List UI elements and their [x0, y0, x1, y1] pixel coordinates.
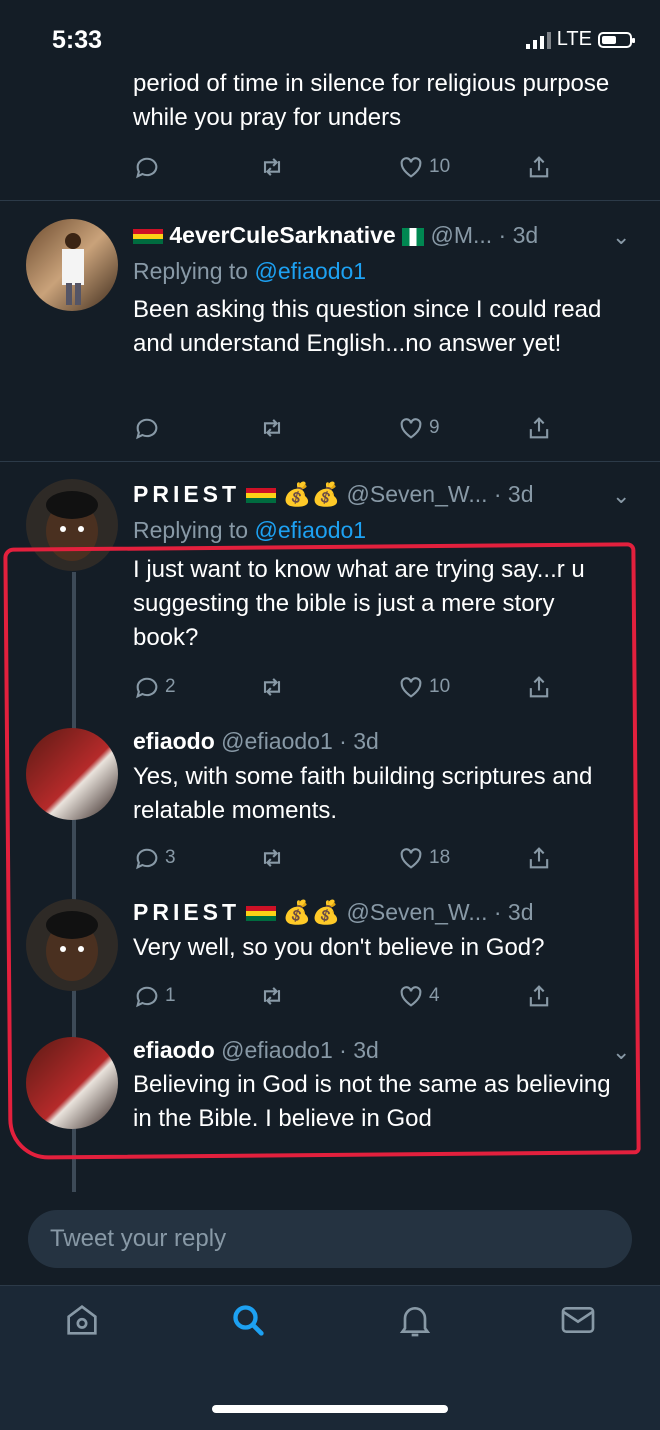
like-count: 10 — [429, 156, 451, 177]
replying-to: Replying to @efiaodo1 — [133, 517, 366, 544]
ghana-flag-icon — [246, 488, 277, 504]
share-icon — [529, 417, 549, 439]
avatar-image — [62, 233, 84, 305]
reply-button[interactable] — [133, 414, 161, 442]
heart-icon — [400, 418, 422, 439]
notifications-icon[interactable] — [395, 1300, 435, 1340]
tweet-actions: 9 — [133, 414, 573, 444]
display-name[interactable]: 4everCuleSarknative — [169, 222, 395, 248]
divider — [0, 461, 660, 462]
handle-time: @Seven_W... · 3d — [346, 481, 534, 507]
tweet-header: PRIEST 💰💰 @Seven_W... · 3d — [133, 481, 534, 508]
reply-placeholder: Tweet your reply — [50, 1225, 227, 1252]
replying-to: Replying to @efiaodo1 — [133, 258, 366, 285]
ghana-flag-icon — [133, 229, 163, 245]
chevron-down-icon[interactable]: ⌄ — [612, 224, 630, 250]
handle-time: @M... · 3d — [430, 222, 539, 248]
tweet-actions: 10 — [133, 153, 573, 183]
home-indicator — [212, 1405, 448, 1413]
retweet-button[interactable] — [258, 414, 286, 442]
signal-icon — [525, 31, 551, 49]
reply-icon — [136, 157, 158, 179]
money-bag-icon: 💰 — [282, 481, 312, 507]
nigeria-flag-icon — [402, 227, 425, 246]
retweet-icon — [263, 158, 281, 176]
replying-label: Replying to — [133, 258, 249, 284]
status-time: 5:33 — [52, 26, 103, 54]
reply-button[interactable] — [133, 153, 161, 181]
status-indicators: LTE — [525, 28, 635, 51]
battery-icon — [598, 31, 635, 48]
avatar[interactable] — [26, 219, 118, 311]
retweet-icon — [263, 419, 281, 437]
retweet-button[interactable] — [258, 153, 286, 181]
replying-handle-link[interactable]: @efiaodo1 — [254, 258, 366, 284]
like-button[interactable]: 9 — [397, 414, 440, 442]
display-name[interactable]: PRIEST — [133, 481, 240, 507]
share-button[interactable] — [525, 414, 553, 442]
chevron-down-icon[interactable]: ⌄ — [612, 483, 630, 509]
share-icon — [529, 156, 549, 178]
tweet-header: 4everCuleSarknative @M... · 3d — [133, 222, 538, 249]
home-icon[interactable] — [62, 1300, 102, 1340]
like-button[interactable]: 10 — [397, 153, 450, 181]
red-highlight-box — [3, 542, 641, 1160]
tweet-text: period of time in silence for religious … — [133, 70, 610, 131]
messages-icon[interactable] — [558, 1300, 598, 1340]
reply-input[interactable]: Tweet your reply — [28, 1210, 632, 1268]
replying-handle-link[interactable]: @efiaodo1 — [254, 517, 366, 543]
share-button[interactable] — [525, 153, 553, 181]
divider — [0, 200, 660, 201]
reply-icon — [136, 418, 158, 440]
search-icon[interactable] — [228, 1300, 268, 1340]
tweet-text: Been asking this question since I could … — [133, 296, 602, 357]
like-count: 9 — [429, 417, 440, 438]
network-label: LTE — [556, 28, 592, 50]
money-bag-icon: 💰 — [311, 481, 341, 507]
heart-icon — [400, 157, 422, 178]
replying-label: Replying to — [133, 517, 249, 543]
